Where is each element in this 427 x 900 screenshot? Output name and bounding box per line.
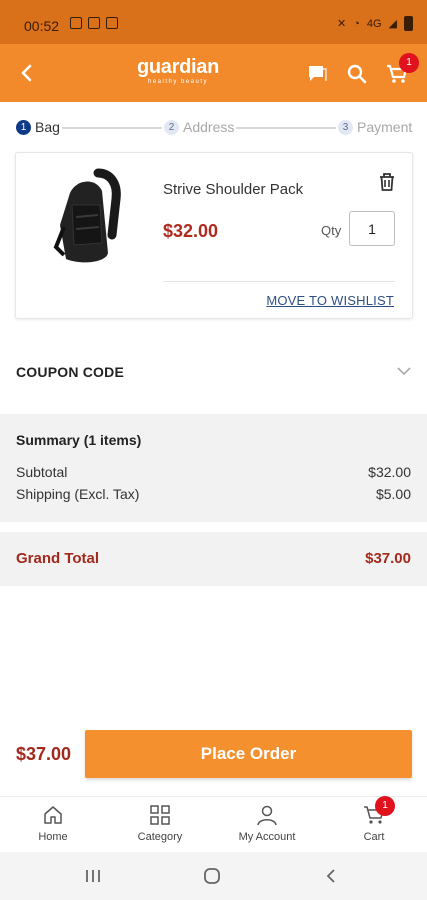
app-header: guardian healthy beauty bbox=[0, 44, 427, 102]
back-arrow-icon bbox=[21, 64, 32, 82]
card-divider bbox=[163, 281, 395, 282]
nav-item-account[interactable]: My Account bbox=[214, 797, 320, 853]
recent-apps-icon[interactable] bbox=[83, 866, 103, 886]
signal-icon: ◢ bbox=[388, 18, 397, 30]
delete-item-button[interactable] bbox=[375, 170, 399, 194]
guardian-logo[interactable]: guardian healthy beauty bbox=[136, 56, 220, 86]
nav-cart-badge: 1 bbox=[375, 796, 395, 816]
search-button[interactable] bbox=[344, 61, 370, 87]
backpack-image bbox=[53, 168, 121, 263]
checkout-stepper: 1 Bag 2 Address 3 Payment bbox=[0, 114, 427, 142]
place-order-bar: $37.00 Place Order bbox=[0, 722, 427, 786]
notification-icons bbox=[70, 17, 118, 29]
step-number: 3 bbox=[338, 119, 353, 135]
home-circle-icon[interactable] bbox=[202, 866, 222, 886]
product-image[interactable] bbox=[36, 165, 136, 275]
stepper-line bbox=[235, 127, 337, 129]
nav-label: Category bbox=[137, 831, 183, 843]
trash-icon bbox=[380, 173, 394, 191]
stepper-line bbox=[60, 127, 162, 129]
quantity-input[interactable] bbox=[349, 211, 395, 246]
subtotal-value: $32.00 bbox=[368, 464, 411, 480]
nav-label: Cart bbox=[363, 831, 385, 843]
nav-item-category[interactable]: Category bbox=[107, 797, 213, 853]
chevron-down-icon bbox=[397, 367, 411, 376]
category-icon bbox=[150, 805, 170, 825]
grand-total-value: $37.00 bbox=[365, 550, 411, 567]
home-icon bbox=[44, 806, 62, 824]
step-number: 1 bbox=[16, 119, 31, 135]
step-label: Bag bbox=[35, 119, 60, 135]
step-number: 2 bbox=[164, 119, 179, 135]
shipping-value: $5.00 bbox=[375, 486, 411, 502]
logo-tagline: healthy beauty bbox=[147, 79, 209, 85]
grand-total-row: Grand Total $37.00 bbox=[0, 532, 427, 586]
grand-total-label: Grand Total bbox=[16, 550, 100, 567]
product-name[interactable]: Strive Shoulder Pack bbox=[163, 181, 303, 198]
bottom-nav: Home Category My Account Cart bbox=[0, 796, 427, 852]
step-label: Address bbox=[183, 119, 235, 135]
status-time: 00:52 bbox=[24, 18, 60, 34]
wifi-icon: ◔ bbox=[353, 17, 360, 30]
mute-icon: ✕ bbox=[336, 18, 347, 30]
nav-label: Home bbox=[38, 831, 68, 843]
header-cart-badge: 1 bbox=[399, 53, 419, 73]
signal-text: 4G bbox=[366, 17, 382, 30]
shipping-row: Shipping (Excl. Tax) $5.00 bbox=[16, 486, 411, 502]
cart-item-card: Strive Shoulder Pack $32.00 Qty MOVE TO … bbox=[15, 152, 413, 319]
system-nav-bar bbox=[0, 852, 427, 900]
order-total: $37.00 bbox=[16, 744, 72, 764]
move-to-wishlist-link[interactable]: MOVE TO WISHLIST bbox=[266, 293, 394, 308]
chat-button[interactable] bbox=[304, 61, 330, 87]
nav-label: My Account bbox=[238, 831, 296, 843]
chat-icon bbox=[309, 66, 327, 81]
subtotal-row: Subtotal $32.00 bbox=[16, 464, 411, 480]
step-bag: 1 Bag bbox=[14, 119, 62, 135]
status-right: ✕ ◔ 4G ◢ bbox=[337, 16, 413, 31]
subtotal-label: Subtotal bbox=[16, 464, 68, 480]
account-icon bbox=[257, 805, 277, 826]
step-address: 2 Address bbox=[162, 119, 237, 135]
back-button[interactable] bbox=[14, 60, 40, 86]
back-nav-icon[interactable] bbox=[322, 866, 342, 886]
coupon-label: COUPON CODE bbox=[16, 364, 124, 380]
battery-icon bbox=[404, 16, 413, 31]
search-icon bbox=[347, 64, 367, 84]
order-summary: Summary (1 items) Subtotal $32.00 Shippi… bbox=[0, 414, 427, 522]
logo-name: guardian bbox=[136, 56, 220, 78]
shipping-label: Shipping (Excl. Tax) bbox=[16, 486, 140, 502]
product-price: $32.00 bbox=[163, 221, 219, 241]
summary-title: Summary (1 items) bbox=[16, 432, 142, 448]
coupon-code-toggle[interactable]: COUPON CODE bbox=[0, 350, 427, 394]
nav-item-home[interactable]: Home bbox=[0, 797, 106, 853]
step-payment: 3 Payment bbox=[336, 119, 415, 135]
qty-label: Qty bbox=[321, 223, 342, 238]
nav-item-cart[interactable]: Cart bbox=[321, 797, 427, 853]
place-order-button[interactable]: Place Order bbox=[85, 730, 412, 778]
step-label: Payment bbox=[357, 119, 413, 135]
status-bar: 00:52 ✕ ◔ 4G ◢ bbox=[0, 0, 427, 50]
